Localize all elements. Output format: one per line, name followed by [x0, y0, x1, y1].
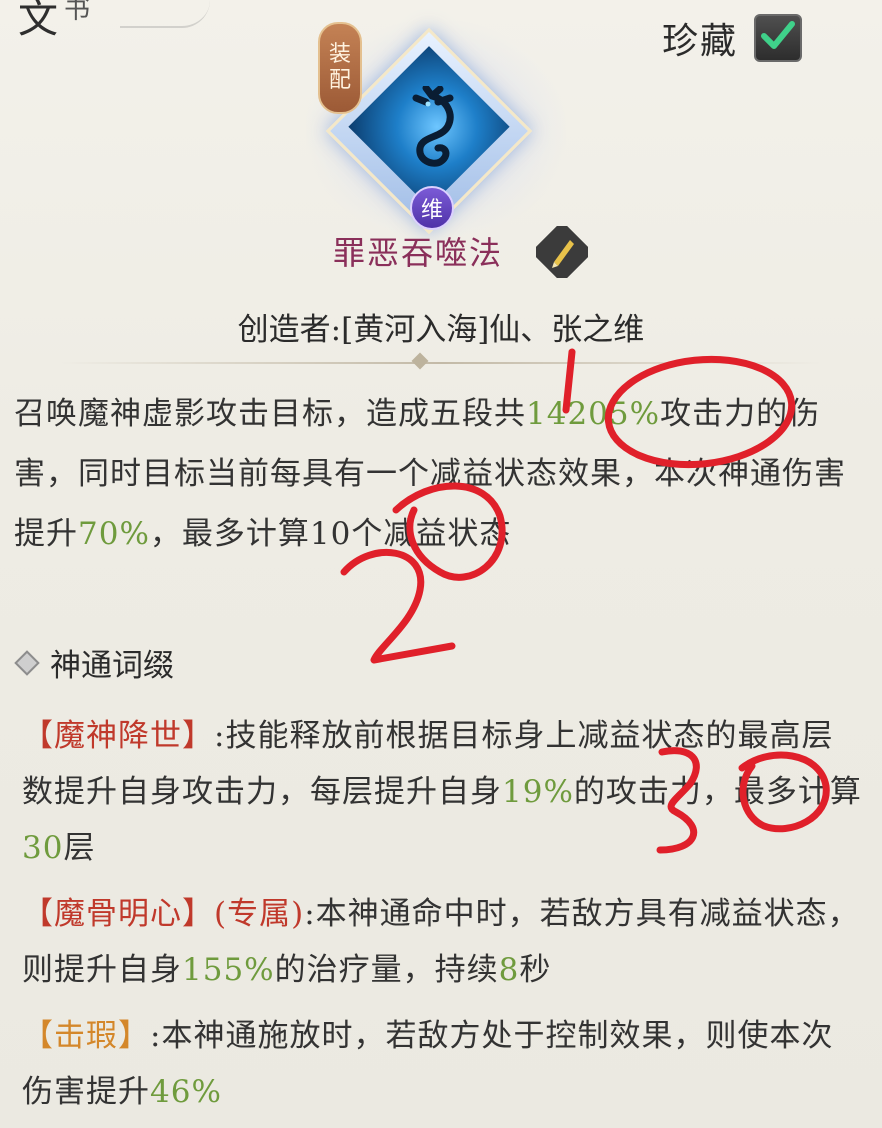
desc-value-bonus: 70%	[78, 516, 150, 552]
skill-name: 罪恶吞噬法	[333, 234, 504, 272]
decorative-swirl	[120, 0, 210, 28]
collect-toggle[interactable]: 珍藏	[662, 12, 802, 64]
affix-exclusive-label: (专属)	[214, 896, 305, 932]
affix-text: 层	[63, 830, 96, 866]
affix-item: 【魔骨明心】(专属):本神通命中时，若敌方具有减益状态，则提升自身155%的治疗…	[22, 886, 862, 998]
affix-tag: 【击瑕】	[22, 1018, 150, 1054]
affix-section-header: 神通词缀	[14, 640, 174, 685]
corner-title-main: 文	[18, 0, 64, 42]
corner-title: 文书	[18, 0, 96, 44]
dragon-icon	[412, 86, 454, 167]
edit-icon[interactable]	[536, 226, 588, 278]
affix-item: 【魔神降世】:技能释放前根据目标身上减益状态的最高层数提升自身攻击力，每层提升自…	[22, 708, 862, 876]
affix-item: 【击瑕】:本神通施放时，若敌方处于控制效果，则使本次伤害提升46%	[22, 1008, 862, 1120]
affix-text: 的治疗量，持续	[274, 952, 499, 988]
desc-text-3: ，最多计算10个减益状态	[149, 516, 512, 552]
skill-emblem[interactable]: 装 配 维	[306, 20, 566, 240]
collect-checkbox[interactable]	[754, 14, 802, 62]
affix-section-title: 神通词缀	[50, 648, 174, 684]
creator-line: 创造者:[黄河入海]仙、张之维	[237, 312, 645, 348]
annotation-mark-2	[340, 548, 456, 664]
affix-tag: 【魔骨明心】	[22, 896, 214, 932]
corner-title-sub: 书	[64, 0, 97, 25]
affix-value: 46%	[150, 1074, 222, 1110]
affix-text: 的攻击力，最多计算	[573, 774, 862, 810]
equip-badge-char-2: 配	[328, 68, 351, 93]
desc-value-damage: 14205%	[526, 396, 661, 432]
grade-badge: 维	[410, 186, 454, 230]
skill-description: 召唤魔神虚影攻击目标，造成五段共14205%攻击力的伤害，同时目标当前每具有一个…	[14, 384, 864, 564]
diamond-bullet-icon	[14, 649, 40, 676]
affix-tag: 【魔神降世】	[22, 718, 214, 754]
divider	[60, 362, 822, 364]
collect-label: 珍藏	[661, 21, 738, 62]
check-icon	[761, 21, 795, 49]
affix-value: 19%	[502, 774, 574, 810]
equip-badge: 装 配	[318, 22, 362, 114]
desc-text-1: 召唤魔神虚影攻击目标，造成五段共	[14, 396, 526, 432]
divider-ornament	[411, 352, 429, 370]
affix-text: 秒	[519, 952, 552, 988]
equip-badge-char-1: 装	[328, 42, 351, 67]
affix-value: 30	[22, 830, 64, 866]
affix-value: 155%	[182, 952, 275, 988]
affix-value: 8	[498, 952, 520, 988]
